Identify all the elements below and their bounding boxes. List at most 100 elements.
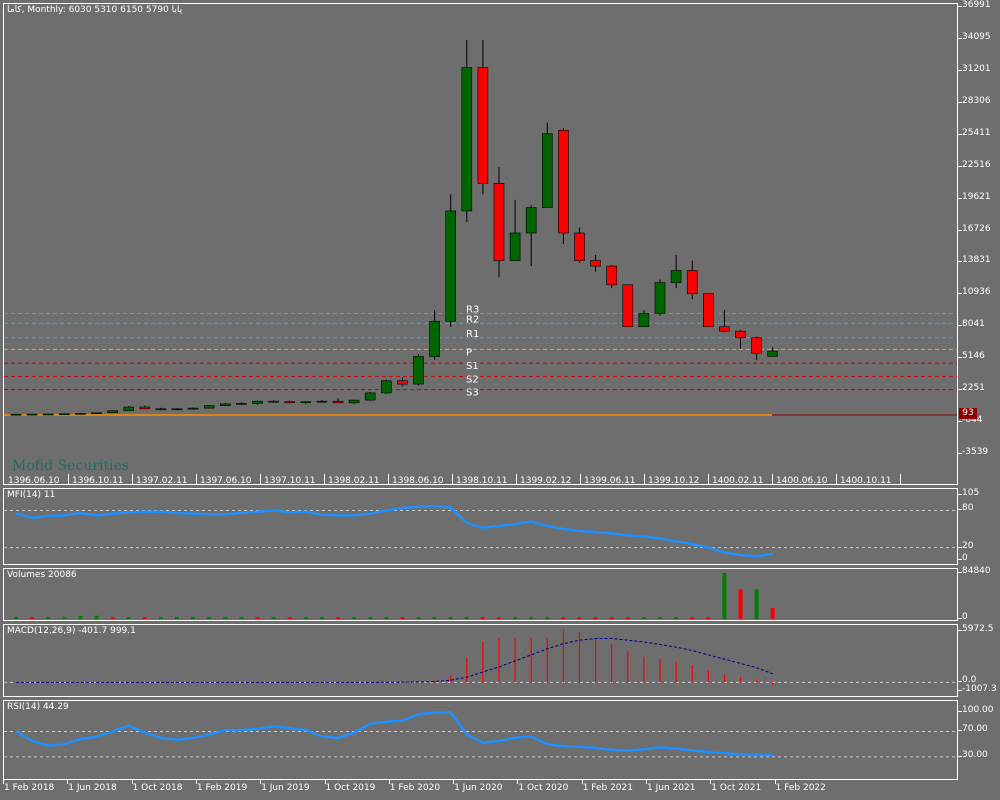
- volume-bar: [46, 617, 51, 619]
- volume-bar: [384, 617, 389, 619]
- candle-body: [364, 392, 376, 401]
- volumes-pane[interactable]: Volumes 20086: [3, 568, 958, 621]
- volume-bar: [722, 573, 727, 619]
- candle-body: [75, 413, 86, 415]
- candle-body: [767, 350, 779, 357]
- rsi-pane[interactable]: RSI(14) 44.29: [3, 700, 958, 780]
- volume-bar: [303, 617, 308, 619]
- macd-title: MACD(12,26,9) -401.7 999.1: [7, 626, 136, 636]
- candle-body: [558, 130, 569, 234]
- mfi-label: 105: [962, 488, 980, 498]
- volume-bar: [432, 617, 437, 619]
- mfi-label: 0: [962, 553, 968, 563]
- price-chart: R3R2R1PS1S2S3: [4, 39, 957, 416]
- bottom-date-label: 1 Feb 2020: [389, 783, 441, 793]
- candle-body: [686, 270, 698, 294]
- top-date-label: 1399.06.11: [584, 476, 636, 485]
- candle-body: [429, 320, 440, 357]
- bottom-date-label: 1 Jun 2020: [454, 783, 503, 793]
- top-date-tick: [196, 474, 197, 484]
- macd-pane[interactable]: MACD(12,26,9) -401.7 999.1: [3, 624, 958, 697]
- rsi-label: 100.00: [962, 705, 994, 716]
- macd-chart: [4, 629, 957, 686]
- volume-bar: [62, 617, 67, 619]
- top-date-label: 1399.10.12: [648, 476, 700, 485]
- price-label: 25411: [962, 127, 991, 138]
- top-date-tick: [516, 474, 517, 484]
- volume-bar: [593, 617, 598, 619]
- mfi-title: MFI(14) 11: [7, 490, 56, 500]
- candle-body: [155, 408, 167, 411]
- volume-bar: [78, 616, 83, 619]
- volume-bar: [609, 617, 614, 619]
- candle-body: [236, 403, 247, 405]
- candle-body: [252, 400, 263, 404]
- volumes-title: Volumes 20086: [7, 570, 77, 580]
- volume-bar: [175, 617, 179, 619]
- candle-body: [638, 313, 650, 328]
- top-date-label: 1396.10.11: [72, 476, 124, 485]
- volume-bar: [14, 617, 18, 619]
- volume-label: 84840: [962, 566, 991, 576]
- top-date-tick: [580, 474, 581, 484]
- candle-body: [622, 284, 634, 328]
- candle-body: [171, 408, 183, 411]
- candle-body: [10, 413, 22, 416]
- candle-body: [590, 260, 601, 267]
- pivot-label: R1: [466, 329, 479, 340]
- candle-body: [509, 232, 521, 261]
- bottom-date-label: 1 Feb 2021: [582, 783, 633, 793]
- candle-body: [58, 413, 70, 416]
- top-date-tick: [900, 474, 901, 484]
- bottom-date-label: 1 Feb 2022: [775, 783, 826, 793]
- candle-body: [26, 413, 38, 416]
- volume-bar: [545, 617, 550, 619]
- volume-bar: [368, 617, 373, 619]
- volume-bar: [207, 617, 212, 619]
- candle-body: [413, 356, 424, 385]
- price-label: 16726: [962, 223, 991, 234]
- candle-body: [42, 413, 54, 416]
- volume-bar: [94, 615, 99, 619]
- top-date-tick: [836, 474, 837, 484]
- rsi-chart: [4, 711, 957, 758]
- bottom-date-label: 1 Feb 2019: [196, 783, 248, 793]
- volume-bar: [287, 617, 292, 619]
- volume-bar: [319, 617, 324, 619]
- candle-body: [91, 412, 102, 415]
- price-label: 5146: [962, 351, 985, 362]
- price-label: 28306: [962, 95, 991, 106]
- bottom-date-label: 1 Jun 2018: [68, 783, 117, 793]
- candle-body: [316, 400, 328, 403]
- mfi-pane[interactable]: MFI(14) 11: [3, 488, 958, 565]
- top-date-label: 1397.10.11: [264, 476, 316, 485]
- rsi-label: 30.00: [962, 749, 988, 760]
- volume-label: 0: [962, 612, 968, 622]
- bottom-date-label: 1 Jun 2021: [647, 783, 696, 793]
- volume-bar: [448, 617, 453, 619]
- price-label: 36991: [962, 0, 991, 10]
- top-date-tick: [388, 474, 389, 484]
- price-pane[interactable]: R3 R2 R1 P S1 S2 S3 کاما, Monthly: 6030 5310 6…: [3, 3, 958, 485]
- candle-body: [525, 207, 537, 234]
- mfi-chart: [4, 504, 957, 558]
- candle-body: [654, 282, 666, 314]
- top-date-tick: [452, 474, 453, 484]
- volume-bar: [271, 617, 276, 619]
- price-label: -3539: [962, 447, 989, 457]
- volume-bar: [336, 617, 340, 619]
- top-date-label: 1398.06.10: [392, 476, 444, 485]
- pivot-label: S2: [466, 374, 479, 385]
- volume-bar: [126, 617, 131, 619]
- top-date-tick: [708, 474, 709, 484]
- volume-bar: [658, 617, 662, 619]
- mfi-label: 20: [962, 540, 974, 551]
- volume-bar: [690, 617, 695, 619]
- price-label: 19621: [962, 191, 991, 202]
- price-label: 10936: [962, 287, 991, 298]
- volume-bar: [641, 617, 646, 619]
- bottom-date-label: 1 Feb 2018: [4, 783, 55, 793]
- pivot-label: R2: [466, 314, 479, 325]
- volume-bar: [191, 617, 196, 619]
- candle-body: [606, 265, 618, 286]
